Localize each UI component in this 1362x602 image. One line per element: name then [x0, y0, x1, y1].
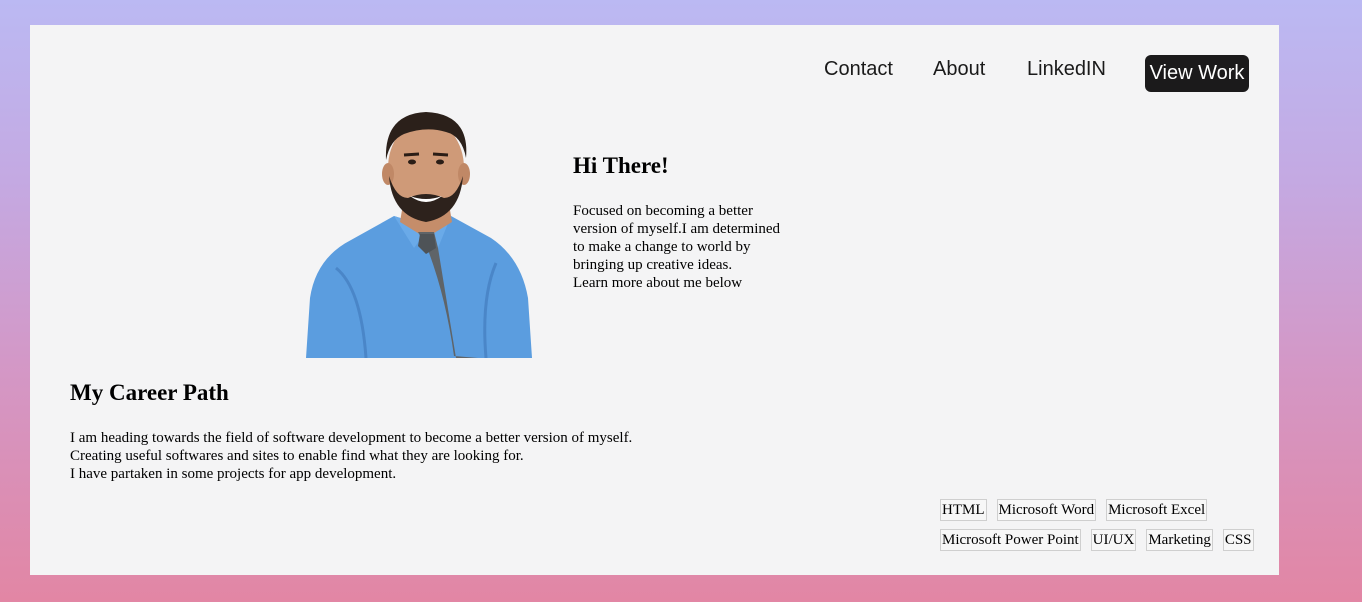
skills-row: Microsoft Power Point UI/UX Marketing CS… [940, 529, 1280, 551]
skill-tag-css: CSS [1222, 529, 1254, 551]
hero-line: Learn more about me below [573, 275, 743, 291]
career-title: My Career Path [70, 380, 229, 405]
career-line: I am heading towards the field of softwa… [70, 430, 633, 446]
skill-tag-word: Microsoft Word [996, 499, 1097, 521]
hero-line: version of myself.I am determined [573, 221, 781, 237]
career-line: I have partaken in some projects for app… [70, 466, 397, 482]
view-work-button[interactable]: View Work [1145, 55, 1249, 92]
hero-line: Focused on becoming a better [573, 203, 753, 219]
page-card: Contact About LinkedIN View Work Hi Ther [30, 25, 1279, 575]
profile-photo [306, 98, 532, 358]
hero-intro: Focused on becoming a better version of … [573, 202, 803, 292]
skill-tag-html: HTML [940, 499, 987, 521]
career-text: I am heading towards the field of softwa… [70, 429, 632, 483]
skills-row: HTML Microsoft Word Microsoft Excel [940, 499, 1280, 521]
skills-list: HTML Microsoft Word Microsoft Excel Micr… [940, 499, 1280, 559]
hero-line: to make a change to world by [573, 239, 751, 255]
nav-contact-link[interactable]: Contact [824, 58, 893, 81]
skill-tag-powerpoint: Microsoft Power Point [940, 529, 1081, 551]
nav-about-link[interactable]: About [933, 58, 985, 81]
skill-tag-uiux: UI/UX [1090, 529, 1137, 551]
nav-linkedin-link[interactable]: LinkedIN [1027, 58, 1106, 81]
career-line: Creating useful softwares and sites to e… [70, 448, 524, 464]
hero-title: Hi There! [573, 153, 669, 178]
hero-line: bringing up creative ideas. [573, 257, 733, 273]
skill-tag-excel: Microsoft Excel [1106, 499, 1208, 521]
top-nav: Contact About LinkedIN View Work [30, 55, 1279, 95]
skill-tag-marketing: Marketing [1146, 529, 1213, 551]
